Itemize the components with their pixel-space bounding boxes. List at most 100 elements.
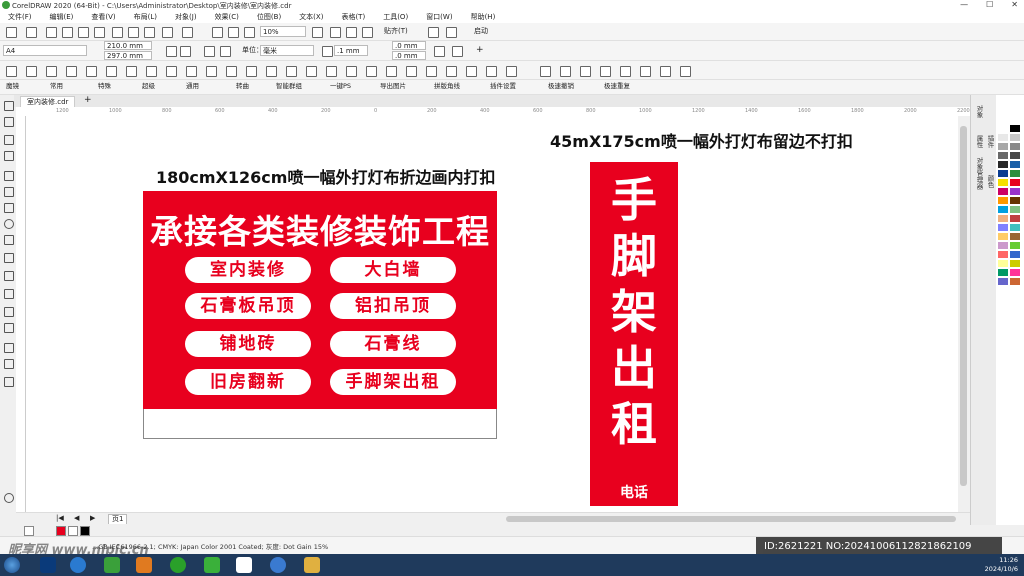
banner-character[interactable]: 出: [590, 344, 678, 392]
plugin-icon[interactable]: [346, 66, 357, 77]
new-document-icon[interactable]: [6, 27, 17, 38]
next-page-icon[interactable]: ▶: [90, 513, 95, 524]
banner-character[interactable]: 租: [590, 400, 678, 448]
plugin-fast-undo[interactable]: 极速撤销: [548, 80, 574, 92]
eyedropper-icon[interactable]: [4, 343, 14, 353]
add-icon[interactable]: +: [476, 45, 484, 56]
publish-pdf-icon[interactable]: [244, 27, 255, 38]
palette-color-swatch[interactable]: [1010, 269, 1020, 276]
copy-icon[interactable]: [128, 27, 139, 38]
plugin-icon[interactable]: [446, 66, 457, 77]
palette-color-swatch[interactable]: [998, 197, 1008, 204]
interactive-fill-icon[interactable]: [4, 359, 14, 369]
menu-effects[interactable]: 效果(C): [215, 12, 239, 22]
palette-color-swatch[interactable]: [998, 134, 1008, 141]
palette-color-swatch[interactable]: [1010, 224, 1020, 231]
palette-color-swatch[interactable]: [1010, 161, 1020, 168]
system-clock[interactable]: 11:26 2024/10/6: [985, 556, 1018, 574]
swatch-white[interactable]: [68, 526, 78, 536]
banner-phone-label[interactable]: 电话: [590, 482, 678, 502]
show-rulers-icon[interactable]: [330, 27, 341, 38]
add-tool-icon[interactable]: [4, 493, 14, 503]
service-pill[interactable]: 室内装修: [185, 257, 311, 283]
plugin-icon[interactable]: [506, 66, 517, 77]
freehand-tool-icon[interactable]: [4, 171, 14, 181]
plugin-icon[interactable]: [226, 66, 237, 77]
plugin-super[interactable]: 超级: [142, 80, 155, 92]
open-icon[interactable]: [26, 27, 37, 38]
menu-bitmaps[interactable]: 位图(B): [257, 12, 281, 22]
current-page-icon[interactable]: [220, 46, 231, 57]
smart-fill-icon[interactable]: [4, 377, 14, 387]
service-pill[interactable]: 大白墙: [330, 257, 456, 283]
plugin-convert-curves[interactable]: 转曲: [236, 80, 249, 92]
file-explorer-icon[interactable]: [304, 557, 320, 573]
cloud-download-icon[interactable]: [78, 27, 89, 38]
plugin-icon[interactable]: [106, 66, 117, 77]
palette-color-swatch[interactable]: [1010, 125, 1020, 132]
plugin-icon[interactable]: [246, 66, 257, 77]
plugin-mojing[interactable]: 魔镜: [6, 80, 19, 92]
palette-color-swatch[interactable]: [998, 251, 1008, 258]
plugin-special[interactable]: 特殊: [98, 80, 111, 92]
plugin-icon[interactable]: [146, 66, 157, 77]
new-tab-icon[interactable]: +: [84, 95, 92, 106]
cloud-upload-icon[interactable]: [62, 27, 73, 38]
menu-table[interactable]: 表格(T): [341, 12, 365, 22]
parallel-dimension-icon[interactable]: [4, 271, 14, 281]
start-button-icon[interactable]: [4, 557, 20, 573]
menu-file[interactable]: 文件(F): [8, 12, 32, 22]
app-launcher-icon[interactable]: [446, 27, 457, 38]
plugin-export-image[interactable]: 导出图片: [380, 80, 406, 92]
redo-icon[interactable]: [182, 27, 193, 38]
banner-character[interactable]: 脚: [590, 232, 678, 280]
swatch-black[interactable]: [80, 526, 90, 536]
page-height-field[interactable]: 297.0 mm: [104, 51, 152, 60]
docker-tab-properties[interactable]: 属性: [974, 135, 984, 148]
service-pill[interactable]: 铝扣吊顶: [330, 293, 456, 319]
plugin-icon[interactable]: [326, 66, 337, 77]
palette-color-swatch[interactable]: [998, 206, 1008, 213]
plugin-icon[interactable]: [386, 66, 397, 77]
plugin-settings[interactable]: 插件设置: [490, 80, 516, 92]
plugin-icon[interactable]: [466, 66, 477, 77]
duplicate-distance-y[interactable]: .0 mm: [392, 51, 426, 60]
docker-tab-plugins[interactable]: 插件: [985, 135, 995, 148]
palette-color-swatch[interactable]: [1010, 152, 1020, 159]
plugin-icon[interactable]: [580, 66, 591, 77]
left-banner-caption[interactable]: 180cmX126cm喷一幅外打灯布折边画内打扣: [156, 164, 495, 188]
palette-color-swatch[interactable]: [1010, 242, 1020, 249]
portrait-icon[interactable]: [166, 46, 177, 57]
shape-tool-icon[interactable]: [4, 117, 14, 127]
palette-color-swatch[interactable]: [1010, 197, 1020, 204]
edit-page-icon[interactable]: [434, 46, 445, 57]
artistic-media-icon[interactable]: [4, 187, 14, 197]
plugin-icon[interactable]: [306, 66, 317, 77]
app-icon[interactable]: [136, 557, 152, 573]
service-pill[interactable]: 铺地砖: [185, 331, 311, 357]
plugin-common[interactable]: 常用: [50, 80, 63, 92]
plugin-icon[interactable]: [366, 66, 377, 77]
palette-color-swatch[interactable]: [1010, 188, 1020, 195]
coreldraw-taskbar-icon[interactable]: [104, 557, 120, 573]
menu-object[interactable]: 对象(J): [175, 12, 197, 22]
palette-color-swatch[interactable]: [1010, 179, 1020, 186]
import-icon[interactable]: [212, 27, 223, 38]
right-banner-caption[interactable]: 45mX175cm喷一幅外打灯布留边不打扣: [550, 128, 853, 152]
plugin-icon[interactable]: [660, 66, 671, 77]
undo-icon[interactable]: [162, 27, 173, 38]
palette-color-swatch[interactable]: [998, 188, 1008, 195]
palette-color-swatch[interactable]: [1010, 278, 1020, 285]
palette-color-swatch[interactable]: [998, 170, 1008, 177]
close-button[interactable]: ✕: [1011, 0, 1018, 9]
cut-icon[interactable]: [112, 27, 123, 38]
ie-icon[interactable]: [170, 557, 186, 573]
palette-color-swatch[interactable]: [1010, 260, 1020, 267]
palette-color-swatch[interactable]: [1010, 233, 1020, 240]
palette-color-swatch[interactable]: [998, 152, 1008, 159]
show-guides-icon[interactable]: [362, 27, 373, 38]
crop-tool-icon[interactable]: [4, 135, 14, 145]
palette-color-swatch[interactable]: [1010, 215, 1020, 222]
plugin-imposition-marks[interactable]: 拼版角线: [434, 80, 460, 92]
plugin-icon[interactable]: [166, 66, 177, 77]
